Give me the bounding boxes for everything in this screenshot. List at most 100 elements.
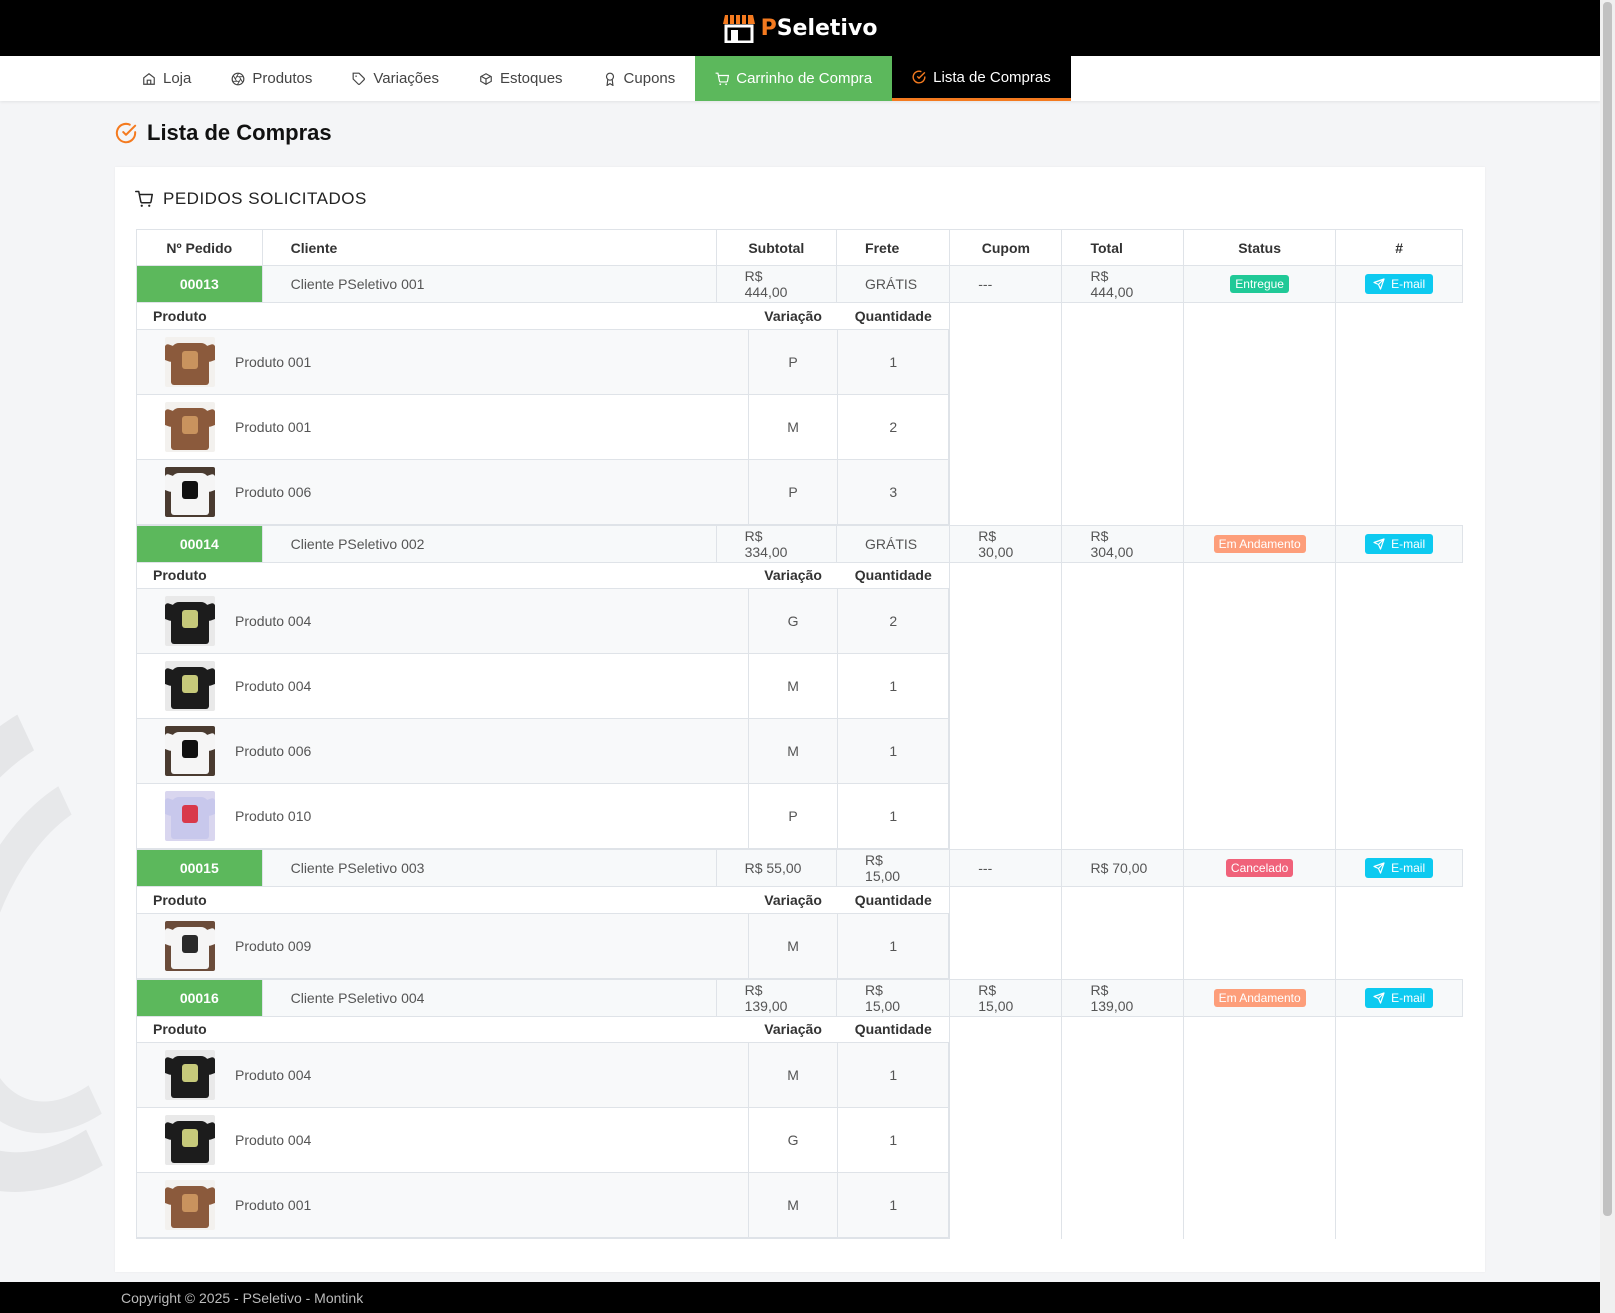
order-number[interactable]: 00016 [136, 978, 263, 1017]
item-row: Produto 006 M 1 [137, 718, 950, 784]
nav-item-loja[interactable]: Loja [122, 56, 211, 101]
item-variation: M [747, 913, 839, 979]
status-badge: Em Andamento [1213, 988, 1306, 1007]
order-row: 00016 Cliente PSeletivo 004 R$ 139,00 R$ 15… [136, 978, 1463, 1017]
order-frete: GRÁTIS [836, 524, 951, 563]
order-cupom: R$ 30,00 [949, 524, 1063, 563]
product-thumbnail [165, 596, 215, 646]
top-header: PSeletivo [0, 0, 1600, 56]
brand-name: Seletivo [776, 15, 878, 41]
nav-item-estoques[interactable]: Estoques [459, 56, 583, 101]
item-row: Produto 004 G 1 [137, 1107, 950, 1173]
nav-item-carrinho-de-compra[interactable]: Carrinho de Compra [695, 56, 893, 101]
order-items-row: Produto Variação Quantidade Produto 004 M 1 Pr… [135, 1016, 1463, 1239]
col-client: Cliente [261, 229, 717, 266]
product-thumbnail [165, 661, 215, 711]
nav-item-variações[interactable]: Variações [332, 56, 459, 101]
item-quantity: 1 [837, 1042, 950, 1108]
item-quantity: 2 [837, 394, 950, 460]
item-variation: G [747, 1107, 839, 1173]
item-quantity: 1 [837, 1107, 950, 1173]
brand-logo[interactable]: PSeletivo [722, 13, 878, 44]
nav-item-lista-de-compras[interactable]: Lista de Compras [892, 56, 1071, 101]
footer: Copyright © 2025 - PSeletivo - Montink [0, 1282, 1600, 1313]
page-title-text: Lista de Compras [147, 120, 332, 145]
send-icon [1373, 862, 1385, 874]
col-cupom: Cupom [949, 229, 1063, 266]
box-icon [480, 72, 492, 85]
item-product: Produto 004 [235, 1067, 312, 1083]
nav-item-label: Variações [373, 70, 439, 87]
item-quantity: 1 [837, 718, 950, 784]
product-thumbnail [165, 401, 215, 452]
scrollbar-thumb[interactable] [1603, 2, 1612, 1216]
col-num: Nº Pedido [136, 229, 263, 266]
order-number[interactable]: 00015 [136, 849, 263, 887]
send-icon [1373, 537, 1385, 550]
main-navbar: Loja Produtos Variações Estoques Cupons Carri… [0, 56, 1600, 101]
product-thumbnail [165, 466, 215, 517]
email-button[interactable]: E-mail [1365, 274, 1434, 294]
cart-icon [715, 72, 730, 85]
order-frete: R$ 15,00 [836, 978, 951, 1017]
item-variation: M [747, 1172, 839, 1238]
item-row: Produto 004 G 2 [137, 588, 950, 654]
col-variation: Variação [748, 562, 838, 589]
order-client: Cliente PSeletivo 002 [261, 524, 717, 563]
order-subtotal: R$ 139,00 [715, 978, 838, 1017]
col-total: Total [1061, 229, 1184, 266]
item-variation: G [747, 588, 839, 654]
nav-item-cupons[interactable]: Cupons [583, 56, 696, 101]
nav-item-label: Cupons [623, 70, 676, 87]
item-quantity: 2 [837, 588, 950, 654]
items-table: Produto Variação Quantidade Produto 004 G 2 Pr… [137, 562, 950, 849]
order-number[interactable]: 00013 [136, 265, 263, 303]
nav-item-label: Produtos [252, 70, 313, 87]
email-button[interactable]: E-mail [1365, 987, 1434, 1008]
item-quantity: 1 [837, 653, 950, 719]
footer-copyright: Copyright © 2025 - PSeletivo - Montink [121, 1289, 364, 1306]
col-variation: Variação [748, 303, 838, 330]
order-number[interactable]: 00014 [136, 524, 263, 563]
award-icon [605, 72, 614, 86]
item-product: Produto 001 [235, 353, 312, 370]
card-title: PEDIDOS SOLICITADOS [163, 189, 367, 208]
check-circle-icon [115, 122, 137, 144]
nav-item-label: Carrinho de Compra [736, 70, 873, 87]
email-button[interactable]: E-mail [1365, 533, 1434, 554]
item-product: Produto 009 [235, 937, 312, 954]
scrollbar[interactable] [1600, 0, 1615, 1313]
col-quantity: Quantidade [837, 562, 949, 589]
item-product: Produto 004 [235, 678, 312, 694]
col-quantity: Quantidade [837, 887, 949, 914]
product-thumbnail [165, 1050, 215, 1100]
nav-item-label: Loja [163, 70, 192, 87]
item-variation: P [747, 329, 839, 395]
items-table: Produto Variação Quantidade Produto 001 P 1 Pr… [137, 303, 950, 525]
home-icon [143, 72, 155, 85]
nav-item-label: Lista de Compras [933, 68, 1051, 86]
order-items-row: Produto Variação Quantidade Produto 004 G 2 Pr… [135, 562, 1463, 850]
status-badge: Em Andamento [1213, 534, 1306, 553]
col-quantity: Quantidade [837, 1016, 949, 1043]
tag-icon [352, 72, 366, 85]
col-status: Status [1182, 229, 1337, 266]
item-row: Produto 004 M 1 [137, 1042, 950, 1108]
items-table: Produto Variação Quantidade Produto 009 M 1 [137, 887, 950, 979]
item-product: Produto 006 [235, 483, 312, 500]
order-cupom: --- [949, 265, 1063, 303]
email-button[interactable]: E-mail [1365, 858, 1434, 878]
order-total: R$ 304,00 [1061, 524, 1184, 563]
item-product: Produto 001 [235, 418, 312, 435]
status-badge: Entregue [1230, 275, 1289, 293]
item-product: Produto 004 [235, 613, 312, 629]
order-frete: R$ 15,00 [836, 849, 951, 887]
item-row: Produto 006 P 3 [137, 459, 950, 525]
order-cupom: R$ 15,00 [949, 978, 1063, 1017]
card-header: PEDIDOS SOLICITADOS [135, 189, 367, 209]
order-subtotal: R$ 334,00 [715, 524, 838, 563]
nav-item-produtos[interactable]: Produtos [211, 56, 332, 101]
aperture-icon [231, 72, 245, 85]
status-badge: Cancelado [1225, 859, 1294, 877]
col-product: Produto [137, 1016, 749, 1043]
